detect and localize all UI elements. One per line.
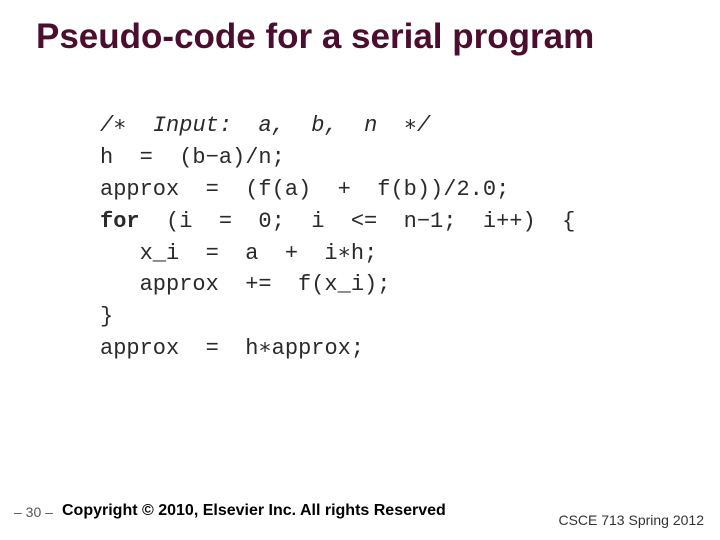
code-line: } [100,304,113,329]
code-line: approx += f(x_i); [100,272,390,297]
code-line: (i = 0; i <= n−1; i++) { [140,209,576,234]
code-line: x_i = a + i∗h; [100,241,377,266]
course-label: CSCE 713 Spring 2012 [558,512,704,528]
slide: Pseudo-code for a serial program /∗ Inpu… [0,0,720,540]
code-line: approx = h∗approx; [100,336,364,361]
code-line: h = (b−a)/n; [100,145,285,170]
pseudocode-block: /∗ Input: a, b, n ∗/ h = (b−a)/n; approx… [100,110,575,365]
slide-title: Pseudo-code for a serial program [36,18,700,57]
page-number: – 30 – [14,504,53,520]
code-keyword-for: for [100,209,140,234]
code-line: approx = (f(a) + f(b))/2.0; [100,177,509,202]
copyright-text: Copyright © 2010, Elsevier Inc. All righ… [62,502,446,520]
code-comment: /∗ Input: a, b, n ∗/ [100,113,430,138]
